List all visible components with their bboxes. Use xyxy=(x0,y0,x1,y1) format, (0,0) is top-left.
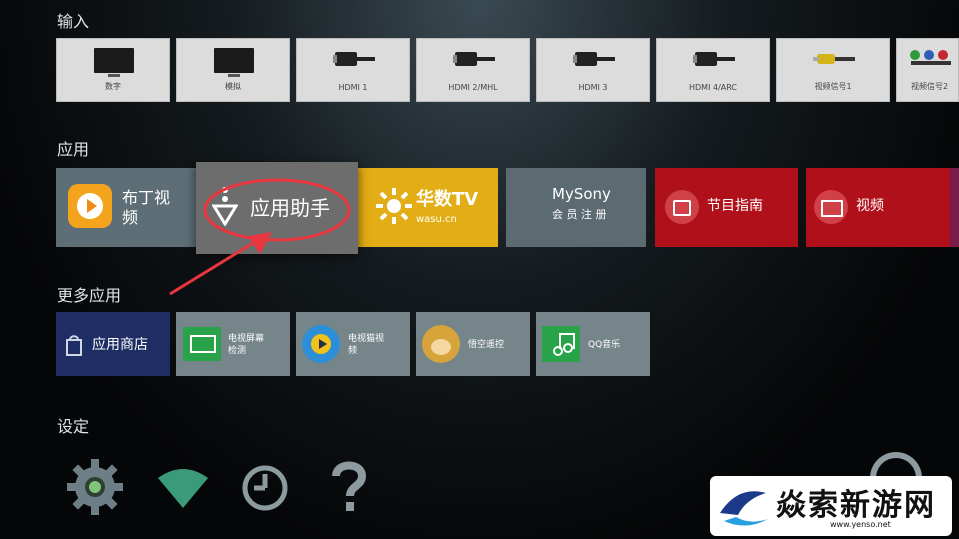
hdmi-cable-icon xyxy=(693,52,735,66)
app-label: 应用助手 xyxy=(250,196,330,220)
app-tile-video[interactable]: 视频 xyxy=(806,168,950,247)
section-title-more-apps: 更多应用 xyxy=(57,286,122,305)
wasu-sun-icon xyxy=(376,188,412,224)
pudding-video-icon xyxy=(68,184,112,228)
help-icon[interactable] xyxy=(318,456,380,518)
watermark-url: www.yenso.net xyxy=(830,520,891,529)
shopping-bag-icon xyxy=(66,335,82,356)
more-app-tv-cat[interactable]: 电视猫视 频 xyxy=(296,312,410,376)
input-label: 视频信号1 xyxy=(814,82,852,91)
input-tile-video2[interactable]: 视频信号2 xyxy=(896,38,959,102)
app-tile-app-assistant[interactable]: 应用助手 xyxy=(196,162,358,254)
input-tile-video1[interactable]: 视频信号1 xyxy=(776,38,890,102)
input-label: 模拟 xyxy=(225,82,241,91)
hdmi-cable-icon xyxy=(453,52,495,66)
app-sublabel: wasu.cn xyxy=(416,214,457,225)
input-label: HDMI 2/MHL xyxy=(448,83,498,92)
input-tile-hdmi4[interactable]: HDMI 4/ARC xyxy=(656,38,770,102)
hdmi-cable-icon xyxy=(333,52,375,66)
input-label: HDMI 4/ARC xyxy=(689,83,737,92)
section-title-settings: 设定 xyxy=(57,417,90,436)
more-app-qq-music[interactable]: QQ音乐 xyxy=(536,312,650,376)
rca-cable-icon xyxy=(813,54,855,64)
tv-icon xyxy=(94,48,134,77)
program-guide-icon xyxy=(665,190,699,224)
app-label: QQ音乐 xyxy=(588,340,621,350)
logo-mark-icon xyxy=(720,491,768,526)
tv-icon xyxy=(214,48,254,77)
input-tile-hdmi2[interactable]: HDMI 2/MHL xyxy=(416,38,530,102)
input-tile-analog[interactable]: 模拟 xyxy=(176,38,290,102)
section-title-apps: 应用 xyxy=(57,140,90,159)
input-label: HDMI 3 xyxy=(578,83,608,92)
music-note-icon xyxy=(542,326,580,362)
app-tile-mysony[interactable]: MySony 会 员 注 册 xyxy=(506,168,646,247)
hdmi-cable-icon xyxy=(573,52,615,66)
app-tile-partial[interactable] xyxy=(950,168,959,247)
section-title-input: 输入 xyxy=(57,12,90,31)
app-tile-program-guide[interactable]: 节目指南 xyxy=(655,168,798,247)
app-label: 应用商店 xyxy=(92,337,148,353)
input-tile-digital[interactable]: 数字 xyxy=(56,38,170,102)
screen-test-icon xyxy=(183,327,221,361)
app-assistant-icon xyxy=(212,187,238,226)
more-app-app-store[interactable]: 应用商店 xyxy=(56,312,170,376)
app-sublabel: 会 员 注 册 xyxy=(552,208,607,221)
monkey-icon xyxy=(422,325,460,363)
input-label: 数字 xyxy=(105,82,121,91)
input-label: 视频信号2 xyxy=(911,82,949,91)
app-label: 节目指南 xyxy=(707,198,763,214)
watermark-brand: 焱索新游网 xyxy=(776,488,936,523)
tv-cat-icon xyxy=(302,325,340,363)
app-label: 华数TV xyxy=(416,189,479,210)
film-icon xyxy=(814,190,848,224)
input-label: HDMI 1 xyxy=(338,83,368,92)
app-label: 电视猫视 频 xyxy=(348,334,385,356)
app-label: 视频 xyxy=(856,198,884,214)
app-label: 电视屏幕 检测 xyxy=(228,334,265,356)
rca-cable-icon xyxy=(910,50,951,65)
more-app-wukong-remote[interactable]: 悟空遥控 xyxy=(416,312,530,376)
app-tile-wasu-tv[interactable]: 华数TV wasu.cn xyxy=(358,168,498,247)
input-tile-hdmi3[interactable]: HDMI 3 xyxy=(536,38,650,102)
app-label: 布丁视 频 xyxy=(122,188,171,227)
app-tile-pudding-video[interactable]: 布丁视 频 xyxy=(56,168,202,247)
more-app-screen-test[interactable]: 电视屏幕 检测 xyxy=(176,312,290,376)
input-tile-hdmi1[interactable]: HDMI 1 xyxy=(296,38,410,102)
timer-icon[interactable] xyxy=(234,456,296,518)
app-label: 悟空遥控 xyxy=(468,340,505,350)
gear-icon[interactable] xyxy=(64,456,126,518)
app-label: MySony xyxy=(552,185,611,203)
watermark-logo: 焱索新游网 www.yenso.net xyxy=(710,476,952,536)
wifi-icon[interactable] xyxy=(152,456,214,518)
